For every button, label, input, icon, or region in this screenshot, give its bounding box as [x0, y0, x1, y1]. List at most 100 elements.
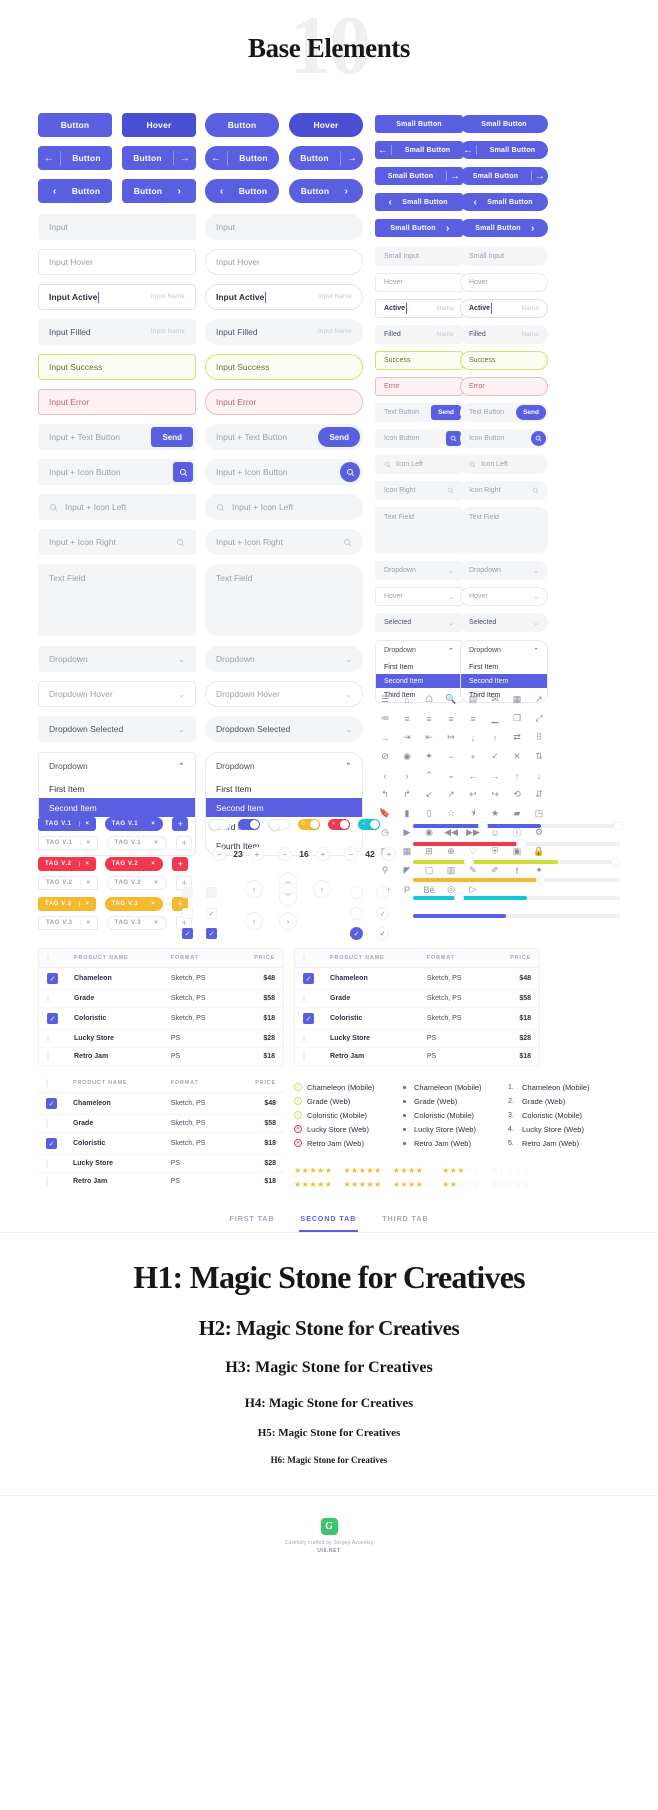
- star-icon[interactable]: ☆: [491, 1166, 499, 1175]
- slider-knob[interactable]: [478, 821, 489, 831]
- stepper-decrement[interactable]: −: [212, 847, 226, 861]
- small-button-chevron-left[interactable]: ‹ Small Button: [375, 193, 463, 211]
- checkbox-unchecked[interactable]: [303, 994, 305, 1003]
- small-dropdown-pill-selected[interactable]: Selected ⌄: [460, 613, 548, 632]
- button-arrow-right[interactable]: Button →: [122, 146, 196, 170]
- dropdown-hover[interactable]: Dropdown Hover ⌄: [38, 681, 196, 707]
- slider[interactable]: [413, 893, 620, 903]
- star-icon[interactable]: ★: [400, 1166, 408, 1175]
- tag-square[interactable]: TAG V.3 ×: [38, 897, 96, 911]
- small-button-pill-arrow-left[interactable]: ← Small Button: [460, 141, 548, 159]
- row-checkbox-cell[interactable]: [295, 989, 322, 1008]
- table-row[interactable]: ✓ Coloristic Sketch, PS $18: [39, 1007, 283, 1030]
- star-rating[interactable]: ★★★☆☆: [442, 1166, 480, 1175]
- table-row[interactable]: Grade Sketch, PS $58: [39, 989, 283, 1008]
- pager-updown-control[interactable]: ︿ ﹀: [279, 872, 297, 906]
- table-select-all[interactable]: [38, 1074, 65, 1093]
- mail-icon[interactable]: ✉: [484, 693, 506, 706]
- plus-icon[interactable]: +: [462, 750, 484, 763]
- input-pill-default[interactable]: Input: [205, 214, 363, 240]
- stepper-decrement[interactable]: −: [278, 847, 292, 861]
- dropdown-open-header[interactable]: Dropdown ⌃: [376, 641, 462, 660]
- send-button[interactable]: Send: [516, 405, 546, 420]
- tag-close-icon[interactable]: ×: [78, 861, 96, 867]
- dropdown-item[interactable]: First Item: [461, 660, 547, 674]
- input-pill-active[interactable]: Input Active Input Name: [205, 284, 363, 310]
- radio-outline[interactable]: [350, 907, 363, 920]
- table-row[interactable]: ✓ Coloristic Sketch, PS $18: [295, 1007, 539, 1030]
- checkbox-unchecked[interactable]: [46, 1177, 48, 1186]
- small-dropdown-pill-default[interactable]: Dropdown ⌄: [460, 561, 548, 580]
- star-icon[interactable]: ★: [351, 1166, 359, 1175]
- star-icon[interactable]: ★: [457, 1166, 465, 1175]
- stepper-increment[interactable]: +: [382, 847, 396, 861]
- row-checkbox-cell[interactable]: [39, 1048, 66, 1066]
- button-chevron-right[interactable]: Button ›: [122, 179, 196, 203]
- tag-close-icon[interactable]: ×: [78, 821, 96, 827]
- star-icon[interactable]: ★: [343, 1180, 351, 1189]
- slider[interactable]: [413, 875, 620, 885]
- table-row[interactable]: Lucky Store PS $28: [39, 1029, 283, 1048]
- signal-icon[interactable]: ▁: [484, 712, 506, 725]
- chevron-right-icon[interactable]: ›: [396, 769, 418, 782]
- shuffle-icon[interactable]: ⇅: [528, 750, 550, 763]
- row-checkbox-cell[interactable]: [38, 1114, 65, 1133]
- pager-prev-button[interactable]: ‹: [245, 880, 263, 898]
- input-pill-icon-right[interactable]: Input + Icon Right: [205, 529, 363, 555]
- small-input-pill-icon-right[interactable]: Icon Right: [460, 481, 548, 500]
- slider-track[interactable]: [413, 893, 620, 903]
- dropdown-item[interactable]: First Item: [39, 779, 195, 798]
- star-icon[interactable]: ★: [374, 1180, 382, 1189]
- star-icon[interactable]: ☆: [514, 1180, 522, 1189]
- upload-icon[interactable]: ↑: [484, 731, 506, 744]
- row-checkbox-cell[interactable]: ✓: [38, 1092, 65, 1115]
- row-checkbox-cell[interactable]: [39, 989, 66, 1008]
- small-input-pill-error[interactable]: Error: [460, 377, 548, 396]
- star-icon[interactable]: ☆: [473, 1180, 481, 1189]
- checkbox-checked[interactable]: ✓: [47, 1013, 58, 1024]
- small-button-arrow-right[interactable]: Small Button →: [375, 167, 463, 185]
- table-row[interactable]: ✓ Chameleon Sketch, PS $48: [39, 967, 283, 990]
- star-icon[interactable]: ★: [442, 1180, 450, 1189]
- radio-checked[interactable]: ✓: [350, 927, 363, 940]
- table-row[interactable]: Lucky Store PS $28: [295, 1029, 539, 1048]
- small-input-active[interactable]: Active Name: [375, 299, 463, 318]
- checkbox-unchecked[interactable]: [47, 994, 49, 1003]
- toggle-switch[interactable]: −: [268, 819, 290, 830]
- home-icon[interactable]: ⌂: [396, 693, 418, 706]
- star-icon[interactable]: ☆: [514, 1166, 522, 1175]
- tag-square-outline[interactable]: TAG V.2 ×: [38, 876, 98, 890]
- chevron-left-icon[interactable]: ‹: [374, 769, 396, 782]
- grid-icon[interactable]: ⠿: [528, 731, 550, 744]
- checkbox-unchecked[interactable]: [206, 887, 217, 898]
- align-center-icon[interactable]: ≡: [418, 712, 440, 725]
- user-icon[interactable]: ☖: [418, 693, 440, 706]
- small-input-filled[interactable]: Filled Name: [375, 325, 463, 344]
- star-icon[interactable]: ★: [442, 1166, 450, 1175]
- arrow-down-left-icon[interactable]: ↙: [418, 788, 440, 801]
- align-justify-icon[interactable]: ≡: [396, 712, 418, 725]
- sparkle-icon[interactable]: ✦: [418, 750, 440, 763]
- slider-knob[interactable]: [612, 821, 623, 831]
- button-pill-hover[interactable]: Hover: [289, 113, 363, 137]
- dropdown-open-header[interactable]: Dropdown ⌃: [461, 641, 547, 660]
- star-rating[interactable]: ☆☆☆☆☆: [491, 1166, 529, 1175]
- reply-icon[interactable]: ↩: [462, 788, 484, 801]
- log-out-icon[interactable]: ↦: [440, 731, 462, 744]
- input-hover[interactable]: Input Hover: [38, 249, 196, 275]
- small-button-pill-chevron-right[interactable]: Small Button ›: [460, 219, 548, 237]
- checkbox-checked[interactable]: ✓: [303, 1013, 314, 1024]
- star-rating[interactable]: ★★★★☆: [393, 1166, 431, 1175]
- dropdown-open-header[interactable]: Dropdown ⌃: [39, 753, 195, 779]
- star-icon[interactable]: ★: [325, 1166, 333, 1175]
- toggle-switch[interactable]: ✓: [358, 819, 380, 830]
- small-textarea-pill-field[interactable]: Text Field: [460, 507, 548, 553]
- search-button[interactable]: [340, 462, 360, 482]
- input-error[interactable]: Input Error: [38, 389, 196, 415]
- search-button[interactable]: [173, 462, 193, 482]
- small-input-success[interactable]: Success: [375, 351, 463, 370]
- tag-close-icon[interactable]: ×: [148, 920, 166, 926]
- row-checkbox-cell[interactable]: [39, 1029, 66, 1048]
- tab-third-tab[interactable]: THIRD TAB: [380, 1216, 430, 1232]
- sort-icon[interactable]: ⇵: [528, 788, 550, 801]
